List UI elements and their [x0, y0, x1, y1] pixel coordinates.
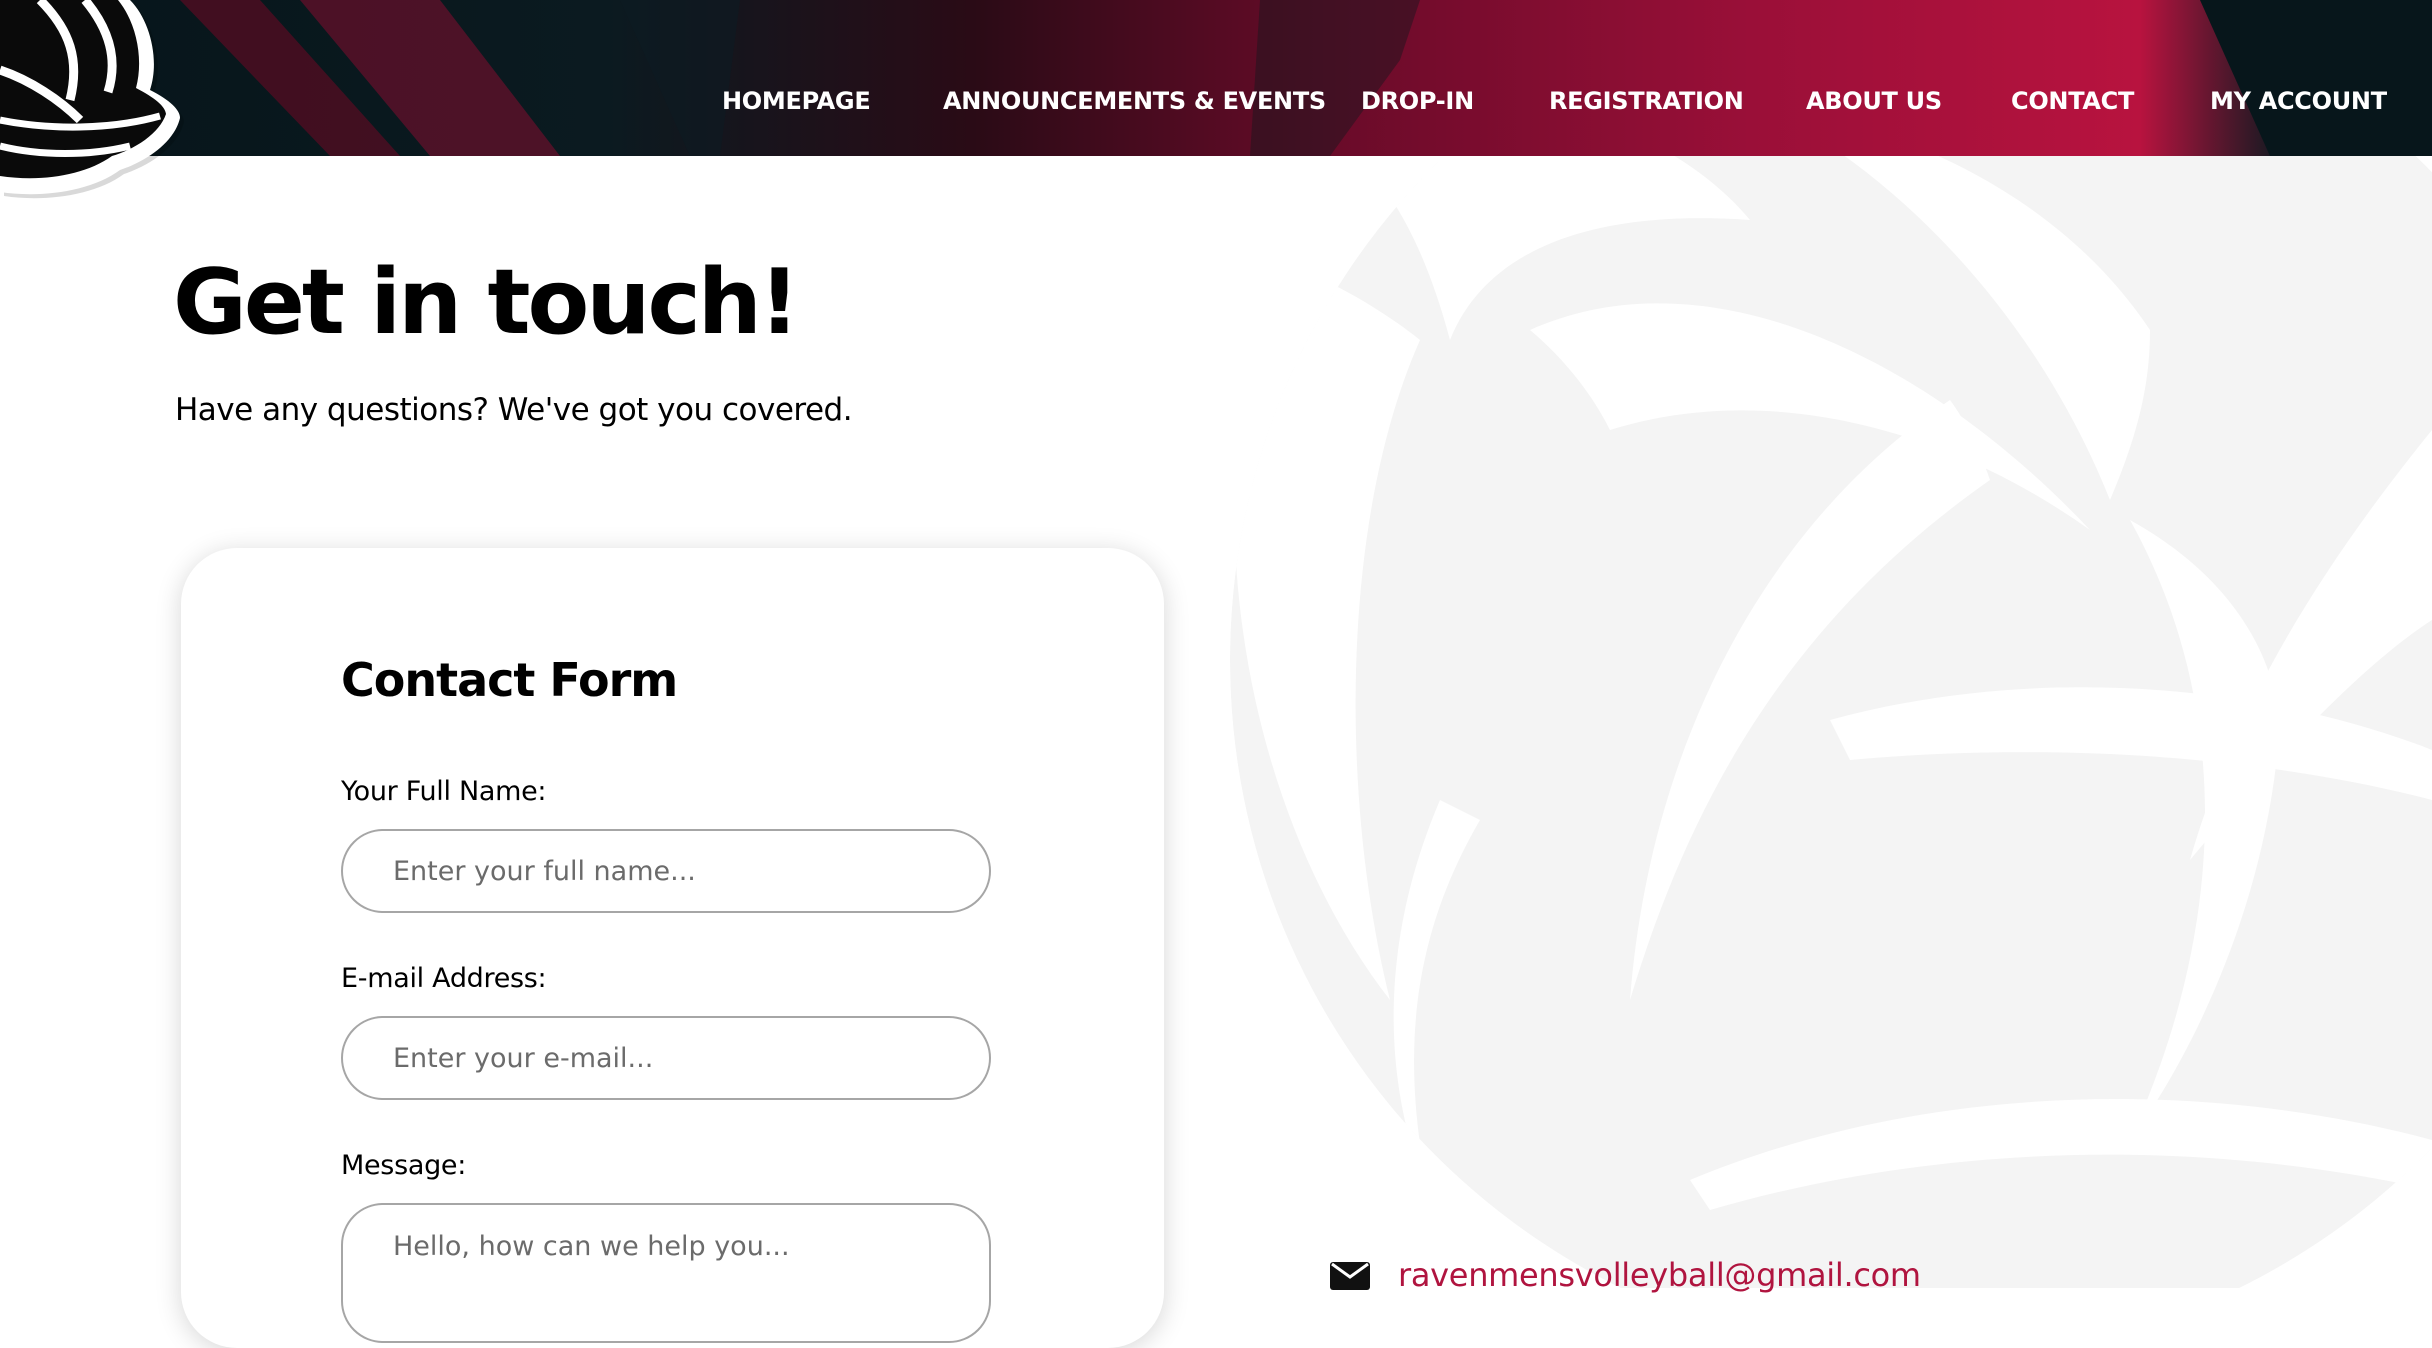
- full-name-label: Your Full Name:: [341, 776, 547, 807]
- contact-form-card: Contact Form Your Full Name: E-mail Addr…: [181, 548, 1164, 1348]
- nav-homepage[interactable]: HOMEPAGE: [722, 86, 871, 116]
- envelope-icon: [1330, 1262, 1370, 1290]
- form-title: Contact Form: [341, 653, 678, 707]
- nav-my-account[interactable]: MY ACCOUNT: [2210, 86, 2387, 116]
- nav-about-us[interactable]: ABOUT US: [1806, 86, 1942, 116]
- email-input[interactable]: [341, 1016, 991, 1100]
- full-name-input[interactable]: [341, 829, 991, 913]
- page-title: Get in touch!: [173, 250, 800, 355]
- email-contact: ravenmensvolleyball@gmail.com: [1330, 1256, 1921, 1294]
- raven-volleyball-logo[interactable]: [0, 0, 190, 200]
- nav-contact[interactable]: CONTACT: [2011, 86, 2134, 116]
- email-label: E-mail Address:: [341, 963, 547, 994]
- page-subtitle: Have any questions? We've got you covere…: [175, 392, 853, 428]
- volleyball-watermark: [1230, 100, 2432, 1288]
- email-link[interactable]: ravenmensvolleyball@gmail.com: [1398, 1256, 1921, 1294]
- message-input[interactable]: [341, 1203, 991, 1343]
- message-label: Message:: [341, 1150, 467, 1181]
- nav-registration[interactable]: REGISTRATION: [1549, 86, 1744, 116]
- nav-drop-in[interactable]: DROP-IN: [1361, 86, 1474, 116]
- nav-announcements-events[interactable]: ANNOUNCEMENTS & EVENTS: [943, 86, 1326, 116]
- nav-bar: HOMEPAGE ANNOUNCEMENTS & EVENTS DROP-IN …: [0, 0, 2432, 156]
